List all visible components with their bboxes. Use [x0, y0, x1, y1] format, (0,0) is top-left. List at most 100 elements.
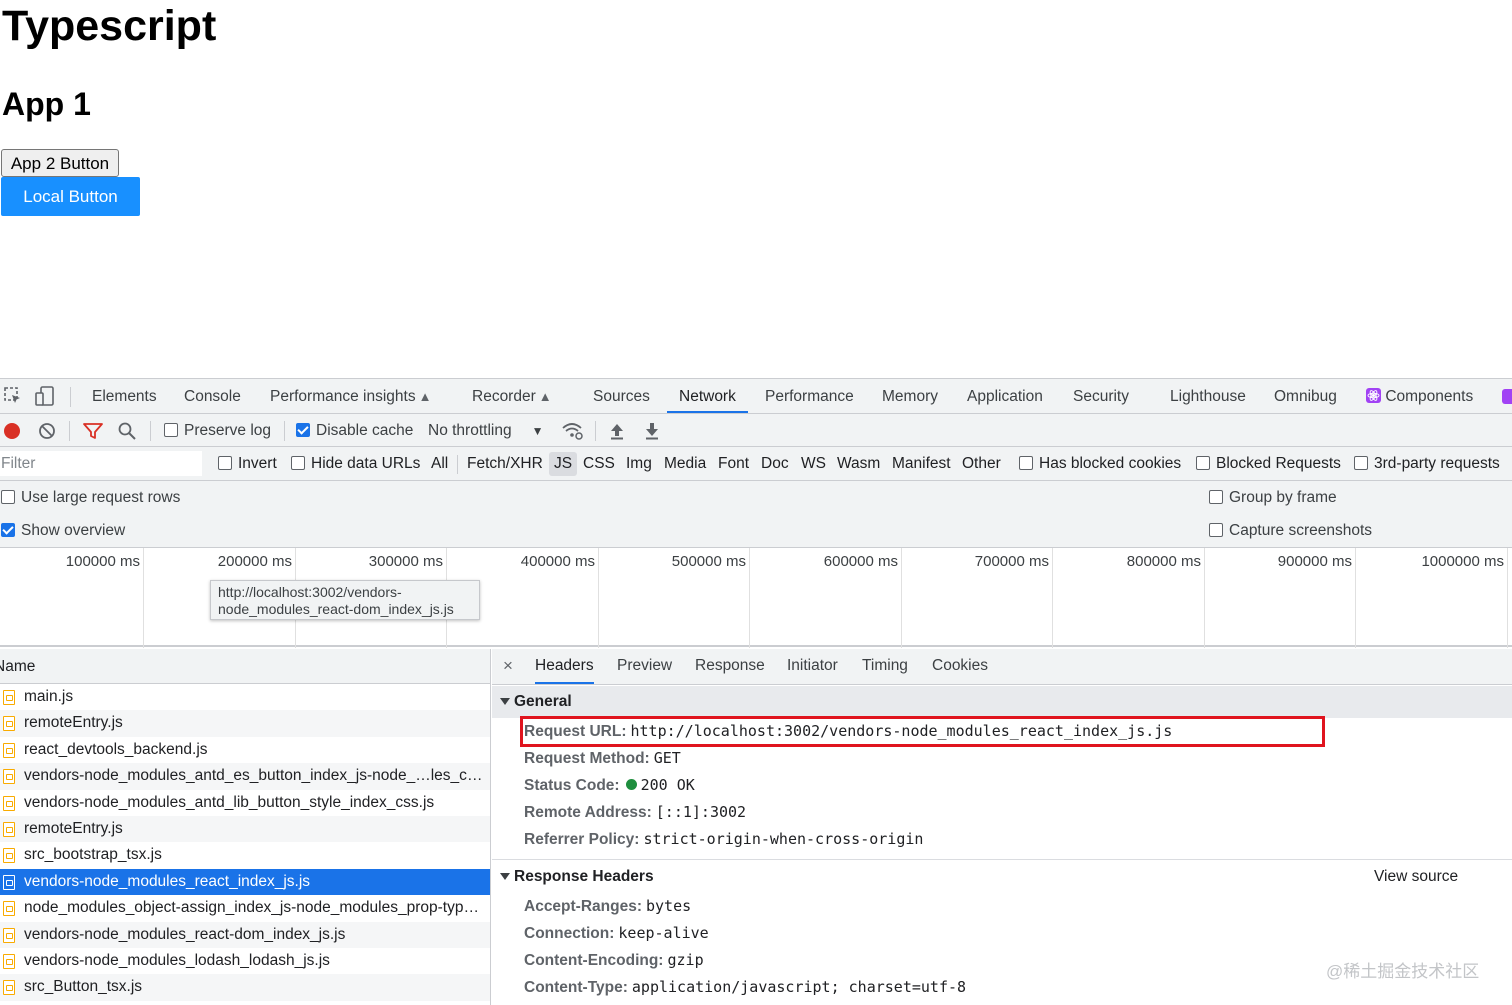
large-rows-checkbox[interactable]: Use large request rows [1, 481, 180, 514]
response-headers-section-toggle[interactable]: Response Headers [492, 861, 1512, 893]
group-by-frame-checkbox[interactable]: Group by frame [1209, 481, 1337, 514]
options-row-1: Use large request rows Group by frame [0, 481, 1512, 514]
filter-type-media[interactable]: Media [664, 447, 706, 481]
device-toolbar-icon[interactable] [35, 386, 55, 406]
request-name: vendors-node_modules_antd_lib_button_sty… [24, 793, 435, 811]
preserve-log-checkbox[interactable]: Preserve log [164, 414, 271, 447]
network-toolbar: Preserve log Disable cache No throttling… [0, 414, 1512, 447]
throttling-value: No throttling [428, 422, 512, 439]
tab-cookies[interactable]: Cookies [932, 649, 988, 684]
show-overview-checkbox[interactable]: Show overview [1, 514, 125, 547]
script-file-icon [3, 848, 15, 864]
filter-icon[interactable] [83, 422, 103, 440]
request-row[interactable]: vendors-node_modules_lodash_lodash_js.js [0, 948, 490, 974]
request-row[interactable]: vendors-node_modules_antd_es_button_inde… [0, 763, 490, 790]
filter-type-img[interactable]: Img [626, 447, 652, 481]
tab-initiator[interactable]: Initiator [787, 649, 838, 684]
app2-button[interactable]: App 2 Button [1, 149, 119, 177]
local-button[interactable]: Local Button [1, 177, 140, 216]
request-row[interactable]: react_devtools_backend.js [0, 737, 490, 763]
filter-type-manifest[interactable]: Manifest [892, 447, 951, 481]
header-key: Content-Encoding: [524, 952, 664, 969]
filter-type-fetch-xhr[interactable]: Fetch/XHR [467, 447, 543, 481]
filter-type-ws[interactable]: WS [801, 447, 826, 481]
column-header-name[interactable]: Name [0, 649, 490, 684]
response-header-row: Content-Encoding: gzip [524, 947, 704, 974]
blocked-requests-label: Blocked Requests [1216, 455, 1341, 472]
request-name: src_bootstrap_tsx.js [24, 846, 162, 864]
script-file-icon [3, 742, 15, 758]
tab-headers[interactable]: Headers [535, 649, 594, 684]
tab-preview[interactable]: Preview [617, 649, 672, 684]
highlight-box [520, 716, 1325, 747]
gridline [901, 548, 902, 648]
view-source-link[interactable]: View source [1374, 861, 1458, 893]
filter-type-css[interactable]: CSS [583, 447, 615, 481]
request-row[interactable]: vendors-node_modules_antd_lib_button_sty… [0, 790, 490, 816]
tab-lighthouse[interactable]: Lighthouse [1170, 379, 1246, 413]
header-value: strict-origin-when-cross-origin [643, 830, 924, 848]
request-row-selected[interactable]: vendors-node_modules_react_index_js.js [0, 868, 490, 896]
request-name: remoteEntry.js [24, 820, 123, 837]
throttling-select[interactable]: No throttling ▼ [428, 414, 543, 447]
experiment-flask-icon: ▲ [538, 389, 552, 404]
network-conditions-icon[interactable] [562, 422, 584, 440]
hide-data-urls-label: Hide data URLs [311, 455, 421, 472]
tab-network[interactable]: Network [667, 379, 748, 413]
disable-cache-checkbox[interactable]: Disable cache [296, 414, 413, 447]
tab-console[interactable]: Console [184, 379, 241, 413]
request-name: vendors-node_modules_react_index_js.js [24, 872, 311, 890]
invert-checkbox[interactable]: Invert [218, 447, 277, 481]
header-value: [::1]:3002 [655, 803, 747, 821]
request-row[interactable]: remoteEntry.js [0, 710, 490, 737]
filter-type-doc[interactable]: Doc [761, 447, 789, 481]
tab-security[interactable]: Security [1073, 379, 1129, 413]
tab-sources[interactable]: Sources [593, 379, 650, 413]
blocked-requests-checkbox[interactable]: Blocked Requests [1196, 447, 1341, 481]
request-row[interactable]: vendors-node_modules_react-dom_index_js.… [0, 921, 490, 948]
third-party-checkbox[interactable]: 3rd-party requests [1354, 447, 1500, 481]
has-blocked-cookies-checkbox[interactable]: Has blocked cookies [1019, 447, 1181, 481]
checkbox-box [296, 423, 310, 437]
hide-data-urls-checkbox[interactable]: Hide data URLs [291, 447, 420, 481]
request-row[interactable]: src_bootstrap_tsx.js [0, 842, 490, 868]
header-value: application/javascript; charset=utf-8 [631, 978, 967, 996]
request-row[interactable]: src_Button_tsx.js [0, 974, 490, 1001]
script-file-icon [3, 716, 15, 732]
tab-timing[interactable]: Timing [862, 649, 908, 684]
inspect-element-icon[interactable] [3, 386, 23, 406]
request-name: vendors-node_modules_lodash_lodash_js.js [24, 952, 330, 969]
tab-performance[interactable]: Performance [765, 379, 854, 413]
script-file-icon [3, 954, 15, 969]
tab-recorder[interactable]: Recorder ▲ [472, 379, 552, 413]
filter-type-font[interactable]: Font [718, 447, 749, 481]
request-row[interactable]: node_modules_object-assign_index_js-node… [0, 895, 490, 921]
extension-icon[interactable] [1502, 389, 1512, 404]
clear-icon[interactable] [38, 422, 56, 440]
experiment-flask-icon: ▲ [418, 389, 432, 404]
header-key: Status Code: [524, 777, 620, 794]
filter-type-js[interactable]: JS [549, 452, 578, 476]
header-key: Referrer Policy: [524, 831, 640, 848]
export-har-icon[interactable] [644, 422, 660, 440]
tab-application[interactable]: Application [967, 379, 1043, 413]
tab-elements[interactable]: Elements [92, 379, 157, 413]
filter-type-all[interactable]: All [431, 447, 448, 481]
tab-memory[interactable]: Memory [882, 379, 938, 413]
request-row[interactable]: remoteEntry.js [0, 816, 490, 843]
tab-omnibug[interactable]: Omnibug [1274, 379, 1337, 413]
search-icon[interactable] [118, 422, 136, 440]
response-header-row: Connection: keep-alive [524, 920, 709, 947]
record-icon[interactable] [3, 422, 21, 440]
tab-performance-insights[interactable]: Performance insights ▲ [270, 379, 431, 413]
request-row[interactable]: main.js [0, 684, 490, 710]
filter-type-wasm[interactable]: Wasm [837, 447, 880, 481]
tab-components[interactable]: Components [1366, 379, 1473, 413]
capture-screenshots-checkbox[interactable]: Capture screenshots [1209, 514, 1372, 547]
import-har-icon[interactable] [609, 422, 625, 440]
general-section-toggle[interactable]: General [492, 686, 1512, 718]
tab-response[interactable]: Response [695, 649, 765, 684]
close-icon[interactable]: × [503, 649, 513, 683]
filter-type-other[interactable]: Other [962, 447, 1001, 481]
filter-input[interactable]: Filter [0, 451, 202, 476]
